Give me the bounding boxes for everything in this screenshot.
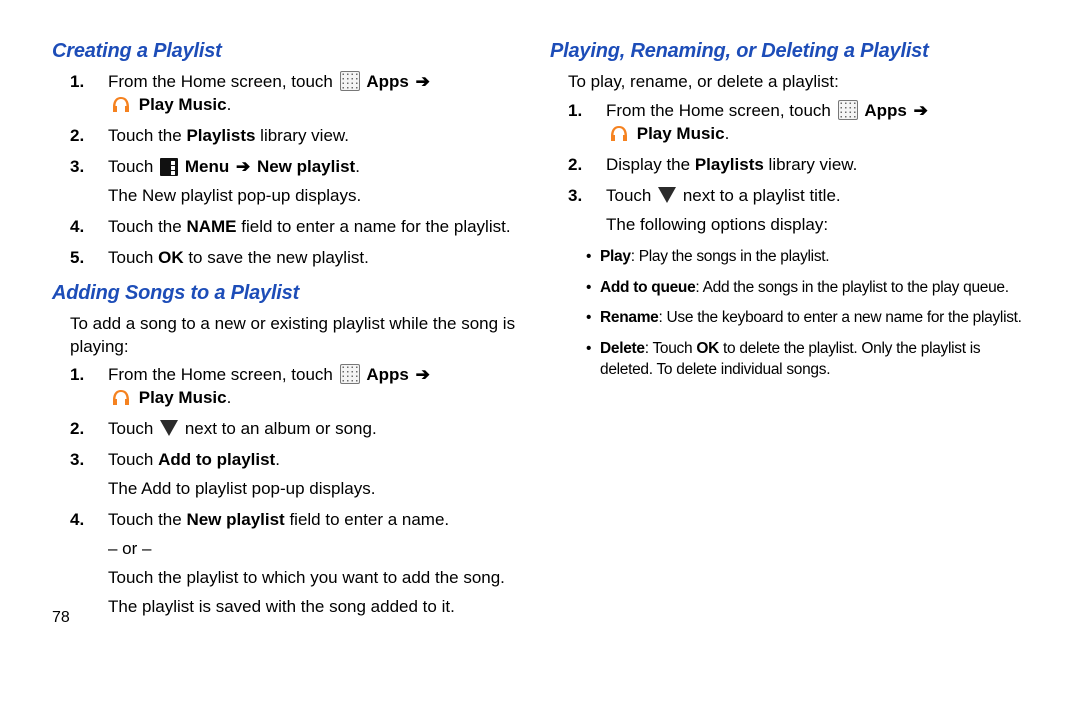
step: 4. Touch the NAME field to enter a name …: [94, 216, 516, 239]
list-item: Delete: Touch OK to delete the playlist.…: [586, 339, 1034, 381]
step: 5. Touch OK to save the new playlist.: [94, 247, 516, 270]
step: 3. Touch Add to playlist. The Add to pla…: [94, 449, 516, 501]
steps-play-rename-delete: 1. From the Home screen, touch Apps ➔ Pl…: [592, 100, 1034, 237]
triangle-menu-icon: [160, 420, 178, 436]
right-column: Playing, Renaming, or Deleting a Playlis…: [540, 38, 1058, 627]
headphones-icon: [110, 388, 132, 408]
triangle-menu-icon: [658, 187, 676, 203]
list-item: Play: Play the songs in the playlist.: [586, 247, 1034, 268]
page-number: 78: [52, 607, 70, 629]
apps-grid-icon: [340, 71, 360, 91]
step: 2. Touch the Playlists library view.: [94, 125, 516, 148]
step: 3. Touch Menu ➔ New playlist. The New pl…: [94, 156, 516, 208]
list-item: Rename: Use the keyboard to enter a new …: [586, 308, 1034, 329]
heading-adding-songs: Adding Songs to a Playlist: [52, 280, 516, 307]
heading-creating-playlist: Creating a Playlist: [52, 38, 516, 65]
arrow-icon: ➔: [236, 157, 250, 176]
steps-creating-playlist: 1. From the Home screen, touch Apps ➔ Pl…: [94, 71, 516, 270]
playlist-options-list: Play: Play the songs in the playlist. Ad…: [586, 247, 1034, 382]
step: 3. Touch next to a playlist title. The f…: [592, 185, 1034, 237]
step: 2. Display the Playlists library view.: [592, 154, 1034, 177]
arrow-icon: ➔: [416, 365, 430, 384]
headphones-icon: [110, 95, 132, 115]
list-item: Add to queue: Add the songs in the playl…: [586, 278, 1034, 299]
arrow-icon: ➔: [914, 101, 928, 120]
step: 2. Touch next to an album or song.: [94, 418, 516, 441]
apps-grid-icon: [838, 100, 858, 120]
arrow-icon: ➔: [416, 72, 430, 91]
intro-play-rename-delete: To play, rename, or delete a playlist:: [568, 71, 1034, 94]
step: 1. From the Home screen, touch Apps ➔ Pl…: [94, 71, 516, 117]
steps-adding-songs: 1. From the Home screen, touch Apps ➔ Pl…: [94, 364, 516, 618]
headphones-icon: [608, 124, 630, 144]
left-column: Creating a Playlist 1. From the Home scr…: [22, 38, 540, 627]
intro-adding-songs: To add a song to a new or existing playl…: [70, 313, 516, 359]
heading-play-rename-delete: Playing, Renaming, or Deleting a Playlis…: [550, 38, 1034, 65]
overflow-menu-icon: [160, 158, 178, 176]
step: 1. From the Home screen, touch Apps ➔ Pl…: [94, 364, 516, 410]
apps-grid-icon: [340, 364, 360, 384]
step: 1. From the Home screen, touch Apps ➔ Pl…: [592, 100, 1034, 146]
step: 4. Touch the New playlist field to enter…: [94, 509, 516, 619]
